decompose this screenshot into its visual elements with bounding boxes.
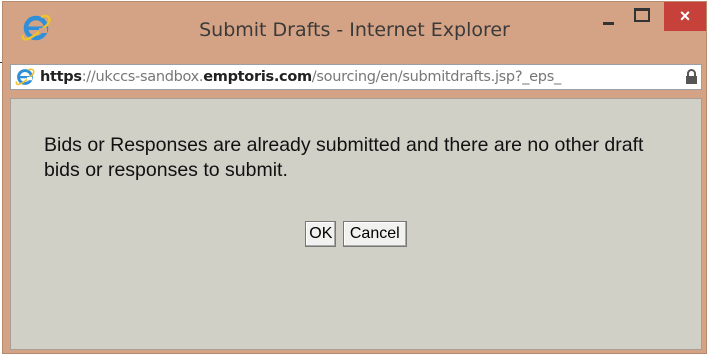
url-text[interactable]: https://ukccs-sandbox.emptoris.com/sourc… [40, 69, 685, 85]
maximize-icon [634, 8, 650, 22]
minimize-icon [602, 21, 614, 25]
close-icon: × [679, 6, 691, 26]
url-domain: emptoris.com [203, 69, 312, 85]
internet-explorer-icon [15, 68, 35, 86]
minimize-button[interactable] [591, 2, 625, 32]
maximize-button[interactable] [625, 2, 659, 32]
dialog-content: Bids or Responses are already submitted … [10, 98, 702, 350]
url-path: /sourcing/en/submitdrafts.jsp?_eps_ [311, 69, 561, 85]
url-subdomain: ukccs-sandbox. [95, 69, 204, 85]
url-protocol: https [40, 69, 82, 85]
button-row: OK Cancel [11, 221, 701, 247]
title-bar[interactable]: Submit Drafts - Internet Explorer × [3, 2, 706, 56]
close-button[interactable]: × [664, 2, 706, 31]
address-bar[interactable]: https://ukccs-sandbox.emptoris.com/sourc… [10, 64, 702, 90]
ok-button[interactable]: OK [305, 221, 337, 247]
lock-icon[interactable] [685, 69, 698, 85]
url-separator: :// [81, 69, 96, 85]
browser-popup-window: Submit Drafts - Internet Explorer × http… [2, 1, 707, 354]
dialog-message: Bids or Responses are already submitted … [44, 134, 644, 181]
cancel-button[interactable]: Cancel [342, 221, 407, 247]
